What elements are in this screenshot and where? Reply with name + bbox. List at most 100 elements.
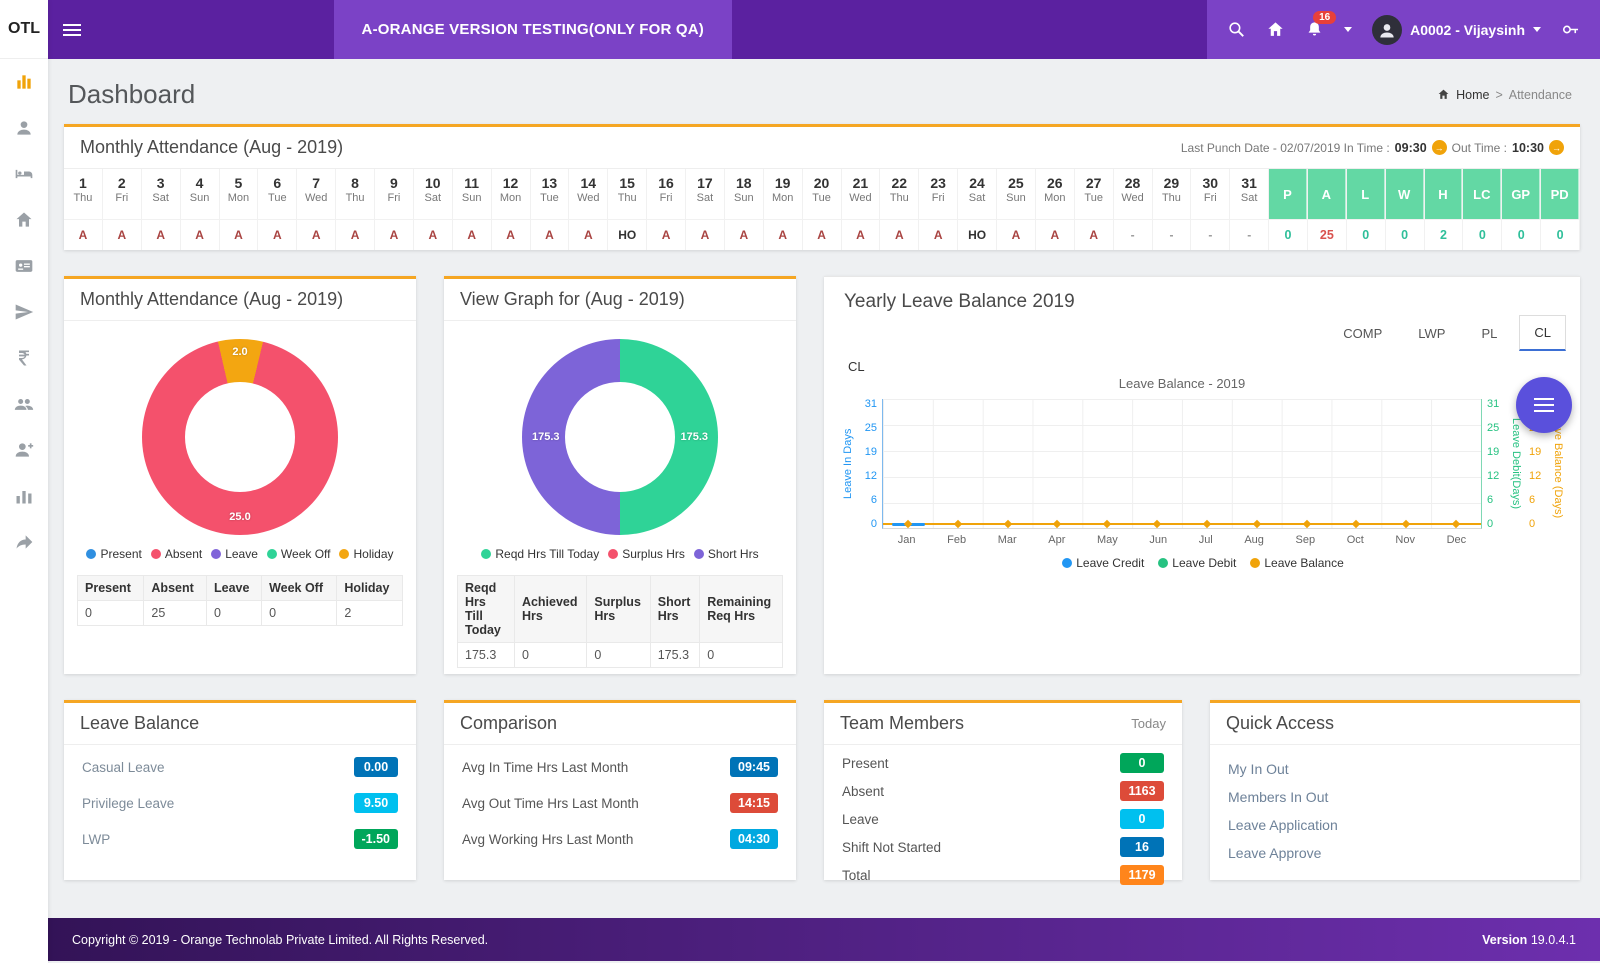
employee-icon[interactable] [0, 105, 48, 151]
share-icon[interactable] [0, 519, 48, 565]
day-number: 31 [1230, 175, 1268, 191]
legend-dot-icon [694, 549, 704, 559]
day-status: - [1114, 219, 1152, 250]
x-tick-label: May [1097, 534, 1118, 546]
legend-item[interactable]: Absent [151, 547, 202, 561]
y-tick-label: 6 [1529, 495, 1550, 505]
quick-access-link[interactable]: Leave Application [1228, 811, 1562, 839]
hours-donut-chart[interactable]: 175.3 175.3 [522, 339, 718, 535]
y-tick-label: 19 [1529, 447, 1550, 457]
x-tick-label: Oct [1347, 534, 1364, 546]
out-time-arrow-icon [1549, 140, 1564, 155]
legend-item[interactable]: Surplus Hrs [608, 547, 685, 561]
calendar-day: 1 Thu A [64, 169, 103, 250]
leave-type-tab[interactable]: LWP [1404, 315, 1459, 351]
leave-type-tab[interactable]: PL [1467, 315, 1511, 351]
y-tick-label: 31 [1487, 399, 1508, 409]
quick-access-link[interactable]: Leave Approve [1228, 839, 1562, 867]
summary-column: LC 0 [1463, 169, 1502, 250]
row-label: Avg Working Hrs Last Month [462, 832, 633, 847]
calendar-day: 31 Sat - [1230, 169, 1269, 250]
series-marker-icon [1402, 520, 1410, 528]
chart-context-menu-button[interactable] [1516, 377, 1572, 433]
day-weekday: Wed [1114, 192, 1152, 204]
series-marker-icon [904, 520, 912, 528]
otl-brand-icon[interactable] [0, 59, 48, 105]
calendar-day: 9 Fri A [375, 169, 414, 250]
calendar-day: 14 Wed A [569, 169, 608, 250]
rupee-icon[interactable] [0, 335, 48, 381]
menu-toggle-button[interactable] [48, 0, 96, 59]
leave-balance-chart: Leave Balance - 2019 Leave In Days 31251… [840, 376, 1566, 570]
legend-item[interactable]: Leave [211, 547, 258, 561]
legend-dot-icon [481, 549, 491, 559]
x-tick-label: Nov [1395, 534, 1415, 546]
legend-dot-icon [1158, 558, 1168, 568]
calendar-day: 13 Tue A [531, 169, 570, 250]
day-weekday: Sun [181, 192, 219, 204]
table-header-cell: Week Off [262, 576, 337, 601]
out-time-value: 10:30 [1512, 141, 1544, 155]
comparison-title: Comparison [460, 713, 557, 734]
legend-item[interactable]: Short Hrs [694, 547, 759, 561]
attendance-donut-chart[interactable]: 2.0 25.0 [142, 339, 338, 535]
day-status: A [531, 219, 569, 250]
plane-icon[interactable] [0, 289, 48, 335]
chart-plot-area[interactable] [882, 399, 1482, 529]
calendar-day: 8 Thu A [336, 169, 375, 250]
calendar-day: 28 Wed - [1114, 169, 1153, 250]
quick-access-link[interactable]: Members In Out [1228, 783, 1562, 811]
id-card-icon[interactable] [0, 243, 48, 289]
legend-item[interactable]: Holiday [339, 547, 393, 561]
legend-item[interactable]: Present [86, 547, 141, 561]
day-number: 27 [1075, 175, 1113, 191]
holiday-slice-label: 2.0 [232, 346, 247, 358]
row-label: Total [842, 868, 871, 883]
user-plus-icon[interactable] [0, 427, 48, 473]
day-weekday: Sat [1230, 192, 1268, 204]
y-axis-left-label: Leave In Days [840, 399, 856, 529]
day-weekday: Thu [608, 192, 646, 204]
legend-item[interactable]: Week Off [267, 547, 331, 561]
leave-type-tab[interactable]: COMP [1329, 315, 1396, 351]
legend-item[interactable]: Reqd Hrs Till Today [481, 547, 599, 561]
team-row: Absent 1163 [824, 777, 1182, 805]
leave-type-tab[interactable]: CL [1519, 315, 1566, 351]
bar-chart-icon[interactable] [0, 473, 48, 519]
calendar-day: 2 Fri A [103, 169, 142, 250]
notifications-caret-icon[interactable] [1344, 27, 1352, 32]
day-number: 11 [453, 175, 491, 191]
value-badge: 1179 [1120, 865, 1164, 885]
y-tick-label: 6 [1487, 495, 1508, 505]
home-icon[interactable] [0, 197, 48, 243]
y-tick-label: 19 [1487, 447, 1508, 457]
legend-item[interactable]: Leave Debit [1158, 556, 1236, 570]
quick-access-link[interactable]: My In Out [1228, 755, 1562, 783]
summary-value: 0 [1347, 219, 1385, 250]
team-row: Present 0 [824, 749, 1182, 777]
day-weekday: Thu [880, 192, 918, 204]
value-badge: 14:15 [730, 793, 778, 813]
user-menu[interactable]: A0002 - Vijaysinh [1372, 15, 1541, 45]
attendance-donut-card: Monthly Attendance (Aug - 2019) 2.0 25.0… [64, 276, 416, 674]
notifications-bell-icon[interactable]: 16 [1305, 20, 1324, 39]
punch-label: Last Punch Date - 02/07/2019 In Time : [1181, 141, 1390, 155]
home-nav-icon[interactable] [1266, 20, 1285, 39]
search-icon[interactable] [1227, 20, 1246, 39]
row-label: Absent [842, 784, 884, 799]
in-time-arrow-icon [1432, 140, 1447, 155]
users-icon[interactable] [0, 381, 48, 427]
legend-item[interactable]: Leave Credit [1062, 556, 1144, 570]
day-status: A [1036, 219, 1074, 250]
day-weekday: Tue [1075, 192, 1113, 204]
calendar-day: 20 Tue A [803, 169, 842, 250]
day-number: 3 [142, 175, 180, 191]
top-navbar: A-ORANGE VERSION TESTING(ONLY FOR QA) 16… [48, 0, 1600, 59]
row-label: Avg Out Time Hrs Last Month [462, 796, 639, 811]
legend-item[interactable]: Leave Balance [1250, 556, 1343, 570]
key-icon[interactable] [1561, 20, 1580, 39]
bed-icon[interactable] [0, 151, 48, 197]
day-number: 6 [258, 175, 296, 191]
day-status: HO [958, 219, 996, 250]
breadcrumb-home[interactable]: Home [1456, 88, 1489, 102]
